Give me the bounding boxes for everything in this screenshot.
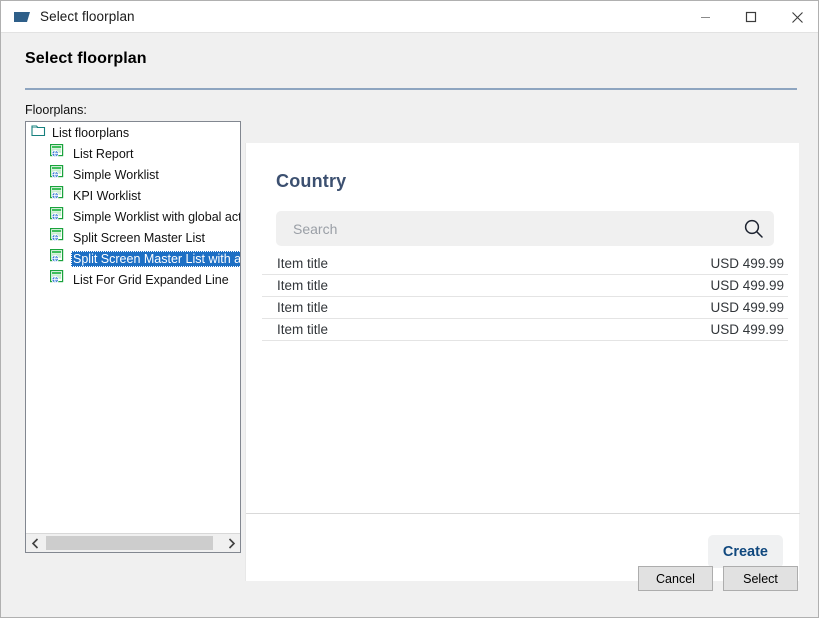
preview-item-list: Item title USD 499.99 Item title USD 499… — [262, 253, 788, 341]
tree-item-list-report[interactable]: List Report — [26, 143, 240, 164]
create-button[interactable]: Create — [707, 535, 783, 568]
floorplan-page-icon — [50, 249, 65, 268]
floorplan-page-icon — [50, 186, 65, 205]
floorplan-flag-icon — [13, 10, 31, 24]
chevron-right-icon[interactable] — [222, 534, 240, 552]
tree-item-label: List For Grid Expanded Line — [73, 272, 229, 287]
window-controls — [682, 1, 818, 33]
tree-item-label: Simple Worklist with global action — [73, 209, 241, 224]
folder-icon — [31, 124, 46, 142]
minimize-button[interactable] — [682, 1, 728, 33]
scrollbar-thumb[interactable] — [46, 536, 213, 550]
close-button[interactable] — [774, 1, 818, 33]
floorplan-tree: List floorplans List Report Simple Workl… — [26, 122, 241, 534]
list-item[interactable]: Item title USD 499.99 — [262, 275, 788, 297]
search-input[interactable] — [276, 220, 732, 237]
page-title: Select floorplan — [25, 50, 147, 67]
list-item-title: Item title — [277, 300, 329, 315]
tree-item-label: List Report — [73, 146, 134, 161]
floorplan-page-icon — [50, 270, 65, 289]
cancel-button[interactable]: Cancel — [638, 566, 713, 591]
tree-item-label: Split Screen Master List with amount — [71, 250, 240, 267]
list-item-amount: USD 499.99 — [710, 322, 784, 337]
tree-root-list-floorplans[interactable]: List floorplans — [26, 122, 240, 143]
floorplan-page-icon — [50, 144, 65, 163]
list-item-amount: USD 499.99 — [710, 256, 784, 271]
tree-item-label: KPI Worklist — [73, 188, 141, 203]
floorplan-page-icon — [50, 165, 65, 184]
dialog-body: Select floorplan Floorplans: List floorp… — [1, 33, 818, 617]
floorplans-label: Floorplans: — [25, 103, 87, 117]
list-item[interactable]: Item title USD 499.99 — [262, 319, 788, 341]
list-item-amount: USD 499.99 — [710, 300, 784, 315]
select-floorplan-dialog: Select floorplan Select floorplan Floorp… — [0, 0, 819, 618]
tree-item-label: Split Screen Master List — [73, 230, 205, 245]
list-item-amount: USD 499.99 — [710, 278, 784, 293]
title-divider — [25, 88, 797, 90]
list-item-title: Item title — [277, 322, 329, 337]
floorplan-page-icon — [50, 207, 65, 226]
floorplan-preview-panel: Country Item title USD 499.99 Item title — [245, 143, 800, 581]
preview-footer-divider — [246, 513, 800, 514]
list-item-title: Item title — [277, 256, 329, 271]
select-button[interactable]: Select — [723, 566, 798, 591]
list-item-title: Item title — [277, 278, 329, 293]
tree-horizontal-scrollbar[interactable] — [26, 533, 240, 552]
titlebar-title: Select floorplan — [40, 9, 135, 24]
preview-heading: Country — [276, 171, 347, 191]
list-item[interactable]: Item title USD 499.99 — [262, 253, 788, 275]
dialog-footer: Cancel Select — [638, 566, 798, 591]
tree-item-split-screen-master-list-with-amount[interactable]: Split Screen Master List with amount — [26, 248, 240, 269]
tree-item-split-screen-master-list[interactable]: Split Screen Master List — [26, 227, 240, 248]
tree-item-list-for-grid-expanded-line[interactable]: List For Grid Expanded Line — [26, 269, 240, 290]
chevron-left-icon[interactable] — [26, 534, 44, 552]
list-item[interactable]: Item title USD 499.99 — [262, 297, 788, 319]
search-field[interactable] — [276, 211, 774, 246]
search-icon[interactable] — [732, 211, 774, 246]
scrollbar-track[interactable] — [44, 534, 222, 552]
tree-root-label: List floorplans — [52, 125, 130, 140]
tree-item-simple-worklist[interactable]: Simple Worklist — [26, 164, 240, 185]
tree-item-label: Simple Worklist — [73, 167, 159, 182]
maximize-button[interactable] — [728, 1, 774, 33]
floorplan-page-icon — [50, 228, 65, 247]
tree-item-simple-worklist-global-action[interactable]: Simple Worklist with global action — [26, 206, 241, 227]
floorplan-tree-panel: List floorplans List Report Simple Workl… — [25, 121, 241, 553]
titlebar: Select floorplan — [1, 1, 818, 33]
tree-item-kpi-worklist[interactable]: KPI Worklist — [26, 185, 240, 206]
